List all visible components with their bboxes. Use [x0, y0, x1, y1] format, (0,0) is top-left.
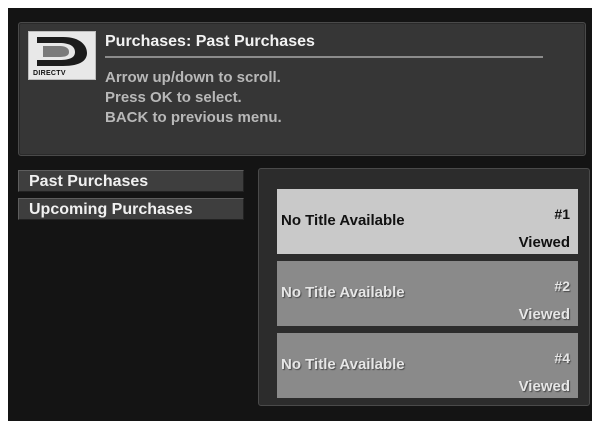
side-menu: Past Purchases Upcoming Purchases: [18, 170, 244, 226]
purchase-title: No Title Available: [281, 356, 405, 373]
directv-logo-icon: DIRECTV: [28, 31, 96, 80]
title-divider: [105, 56, 543, 58]
instruction-scroll: Arrow up/down to scroll.: [105, 69, 281, 86]
logo-text: DIRECTV: [33, 70, 66, 77]
purchase-number: #4: [554, 350, 570, 366]
purchase-status: Viewed: [518, 234, 570, 251]
header-panel: DIRECTV Purchases: Past Purchases Arrow …: [18, 22, 586, 156]
purchase-number: #2: [554, 278, 570, 294]
purchase-title: No Title Available: [281, 212, 405, 229]
purchase-title: No Title Available: [281, 284, 405, 301]
instruction-back: BACK to previous menu.: [105, 109, 282, 126]
menu-item-upcoming-purchases[interactable]: Upcoming Purchases: [18, 198, 244, 220]
purchase-status: Viewed: [518, 306, 570, 323]
purchase-item-1[interactable]: No Title Available #1 Viewed: [277, 189, 578, 254]
tv-screen: DIRECTV Purchases: Past Purchases Arrow …: [8, 8, 592, 421]
purchase-item-3[interactable]: No Title Available #4 Viewed: [277, 333, 578, 398]
page-title: Purchases: Past Purchases: [105, 33, 315, 50]
purchase-status: Viewed: [518, 378, 570, 395]
instructions: Arrow up/down to scroll. Press OK to sel…: [105, 68, 282, 128]
purchase-item-2[interactable]: No Title Available #2 Viewed: [277, 261, 578, 326]
purchase-list: No Title Available #1 Viewed No Title Av…: [258, 168, 590, 406]
instruction-select: Press OK to select.: [105, 89, 242, 106]
menu-item-past-purchases[interactable]: Past Purchases: [18, 170, 244, 192]
purchase-number: #1: [554, 206, 570, 222]
